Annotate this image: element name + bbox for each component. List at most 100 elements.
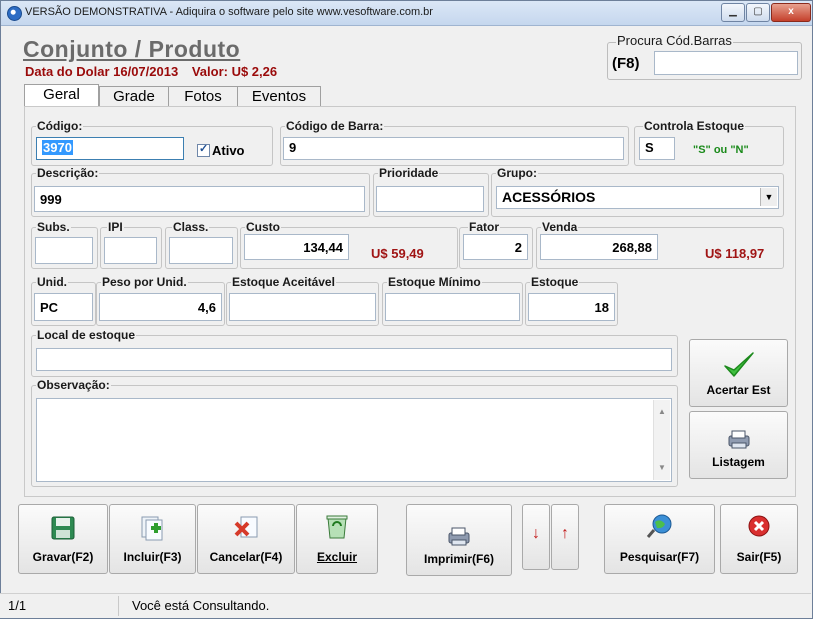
page-title: Conjunto / Produto	[23, 36, 241, 62]
observacao-scrollbar[interactable]: ▲ ▼	[653, 400, 670, 480]
incluir-label: Incluir(F3)	[123, 550, 182, 564]
dolar-value: Valor: U$ 2,26	[191, 64, 278, 79]
minimize-button[interactable]: ▁	[721, 3, 745, 22]
pesquisar-label: Pesquisar(F7)	[619, 550, 700, 564]
codigo-value: 3970	[42, 140, 73, 155]
prioridade-label: Prioridade	[378, 166, 440, 180]
listagem-button[interactable]: Listagem	[689, 411, 788, 479]
tab-grade[interactable]: Grade	[99, 86, 169, 106]
tab-eventos[interactable]: Eventos	[237, 86, 321, 106]
status-divider	[118, 596, 119, 616]
tab-fotos[interactable]: Fotos	[168, 86, 238, 106]
class-input[interactable]	[169, 237, 233, 264]
prioridade-input[interactable]	[376, 186, 484, 212]
ativo-checkbox[interactable]	[197, 142, 210, 157]
sair-button[interactable]: Sair(F5)	[720, 504, 798, 574]
controla-estoque-input[interactable]: S	[639, 137, 675, 160]
incluir-button[interactable]: Incluir(F3)	[109, 504, 196, 574]
printer-icon	[448, 527, 470, 546]
cancelar-button[interactable]: Cancelar(F4)	[197, 504, 295, 574]
exit-icon	[748, 515, 770, 537]
estoque-minimo-input[interactable]	[385, 293, 520, 321]
cancel-document-icon	[234, 516, 258, 538]
custo-usd: U$ 59,49	[371, 246, 424, 261]
barcode-search-group: Procura Cód.Barras (F8)	[607, 34, 802, 80]
controla-estoque-group: Controla Estoque S "S" ou "N"	[634, 119, 784, 166]
pesquisar-button[interactable]: Pesquisar(F7)	[604, 504, 715, 574]
descricao-label: Descrição:	[36, 166, 100, 180]
sair-label: Sair(F5)	[736, 550, 782, 564]
class-label: Class.	[172, 220, 210, 234]
controla-estoque-label: Controla Estoque	[643, 119, 746, 133]
record-counter: 1/1	[8, 598, 27, 613]
barcode-search-key: (F8)	[612, 55, 640, 72]
status-bar: 1/1 Você está Consultando.	[0, 593, 811, 618]
tab-geral[interactable]: Geral	[24, 84, 99, 107]
observacao-textarea[interactable]: ▲ ▼	[36, 398, 672, 482]
estoque-minimo-label: Estoque Mínimo	[387, 275, 482, 289]
close-button[interactable]: x	[771, 3, 811, 22]
prioridade-group: Prioridade	[373, 166, 489, 217]
ipi-group: IPI	[100, 220, 162, 269]
recycle-bin-icon	[326, 515, 348, 539]
observacao-label: Observação:	[36, 378, 111, 392]
title-bar[interactable]: VERSÃO DEMONSTRATIVA - Adiquira o softwa…	[1, 1, 812, 26]
estoque-label: Estoque	[530, 275, 580, 289]
unid-input[interactable]: PC	[34, 293, 93, 321]
ativo-label: Ativo	[212, 143, 245, 158]
imprimir-button[interactable]: Imprimir(F6)	[406, 504, 512, 576]
gravar-button[interactable]: Gravar(F2)	[18, 504, 108, 574]
estoque-minimo-group: Estoque Mínimo	[382, 275, 523, 326]
subs-label: Subs.	[36, 220, 71, 234]
excluir-button[interactable]: Excluir	[296, 504, 378, 574]
dolar-date: Data do Dolar 16/07/2013	[25, 64, 179, 79]
peso-group: Peso por Unid. 4,6	[96, 275, 225, 326]
ipi-label: IPI	[107, 220, 124, 234]
add-document-icon	[141, 516, 162, 541]
subs-input[interactable]	[35, 237, 93, 264]
grupo-select[interactable]: ACESSÓRIOS ▼	[496, 186, 779, 209]
dolar-info: Data do Dolar 16/07/2013 Valor: U$ 2,26	[25, 64, 287, 79]
ipi-input[interactable]	[104, 237, 157, 264]
estoque-aceitavel-label: Estoque Aceitável	[231, 275, 336, 289]
estoque-group: Estoque 18	[525, 275, 618, 326]
move-up-button[interactable]: ↑	[551, 504, 579, 570]
venda-input[interactable]: 268,88	[540, 234, 658, 260]
unid-group: Unid. PC	[31, 275, 96, 326]
fator-input[interactable]: 2	[463, 234, 528, 260]
local-estoque-input[interactable]	[36, 348, 672, 371]
custo-input[interactable]: 134,44	[244, 234, 349, 260]
status-message: Você está Consultando.	[132, 598, 270, 613]
estoque-aceitavel-group: Estoque Aceitável	[226, 275, 379, 326]
class-group: Class.	[165, 220, 238, 269]
cancelar-label: Cancelar(F4)	[209, 550, 283, 564]
scroll-down-icon[interactable]: ▼	[654, 458, 670, 478]
gravar-label: Gravar(F2)	[32, 550, 94, 564]
fator-group: Fator 2	[459, 220, 533, 269]
scroll-up-icon[interactable]: ▲	[654, 402, 670, 422]
acertar-estoque-label: Acertar Est	[706, 383, 771, 397]
barcode-search-input[interactable]	[654, 51, 798, 75]
descricao-input[interactable]: 999	[34, 186, 365, 212]
imprimir-label: Imprimir(F6)	[423, 552, 494, 566]
codigo-barra-label: Código de Barra:	[285, 119, 385, 133]
grupo-label: Grupo:	[496, 166, 538, 180]
maximize-button[interactable]: ▢	[746, 3, 770, 22]
chevron-down-icon[interactable]: ▼	[760, 188, 777, 206]
grupo-selected-value: ACESSÓRIOS	[502, 189, 596, 205]
venda-label: Venda	[541, 220, 579, 234]
arrow-down-icon: ↓	[532, 525, 540, 542]
acertar-estoque-button[interactable]: Acertar Est	[689, 339, 788, 407]
venda-group: Venda 268,88 U$ 118,97	[536, 220, 784, 269]
grupo-group: Grupo: ACESSÓRIOS ▼	[491, 166, 784, 217]
codigo-barra-input[interactable]: 9	[283, 137, 624, 160]
estoque-input[interactable]: 18	[528, 293, 615, 321]
custo-group: Custo 134,44 U$ 59,49	[240, 220, 458, 269]
excluir-label: Excluir	[316, 550, 358, 564]
observacao-group: Observação: ▲ ▼	[31, 378, 678, 487]
estoque-aceitavel-input[interactable]	[229, 293, 376, 321]
peso-input[interactable]: 4,6	[99, 293, 222, 321]
local-estoque-group: Local de estoque	[31, 328, 678, 377]
codigo-input[interactable]: 3970	[36, 137, 184, 160]
move-down-button[interactable]: ↓	[522, 504, 550, 570]
